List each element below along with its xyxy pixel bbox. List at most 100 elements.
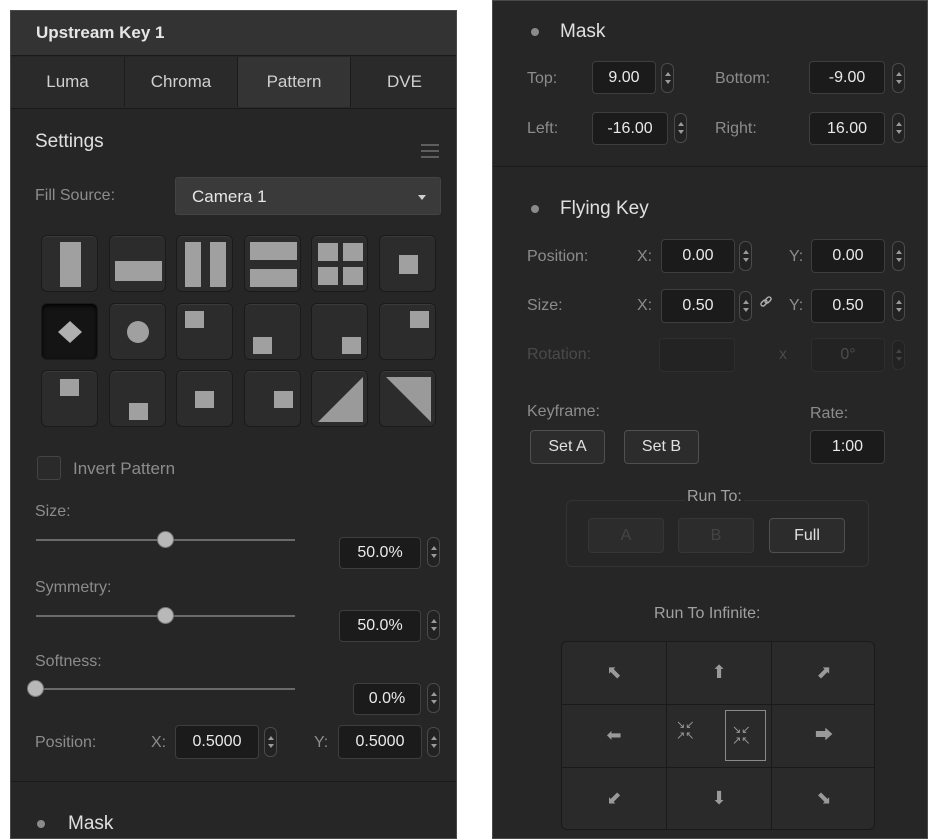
fk-size-x-field[interactable]: 0.50 xyxy=(661,289,735,323)
pattern-shape xyxy=(58,320,82,343)
mask-heading[interactable]: Mask xyxy=(68,813,113,835)
mask-right-field[interactable]: 16.00 xyxy=(809,112,885,145)
mask-right-stepper[interactable] xyxy=(892,113,905,143)
set-a-button[interactable]: Set A xyxy=(530,430,605,464)
link-icon[interactable] xyxy=(759,295,773,309)
run-to-full-button[interactable]: Full xyxy=(769,518,845,553)
fk-rotation-degrees-field: 0° xyxy=(811,338,885,372)
pattern-center-box-left-button[interactable] xyxy=(176,370,233,427)
fk-size-y-stepper[interactable] xyxy=(892,291,905,321)
symmetry-slider-knob[interactable] xyxy=(156,607,174,624)
mask-bottom-label: Bottom: xyxy=(715,70,771,87)
position-x-field[interactable]: 0.5000 xyxy=(175,725,259,759)
size-stepper[interactable] xyxy=(427,537,440,567)
size-value-field[interactable]: 50.0% xyxy=(339,537,421,569)
run-to-a-button[interactable]: A xyxy=(588,518,664,553)
symmetry-value-field[interactable]: 50.0% xyxy=(339,610,421,642)
pattern-vertical-barn-door-button[interactable] xyxy=(176,235,233,292)
pattern-top-right-box-button[interactable] xyxy=(378,302,436,360)
run-zoom-button[interactable]: ↘↙ ↗↖ ↘↙ ↗↖ xyxy=(667,705,771,767)
pattern-center-box-button[interactable] xyxy=(378,235,436,292)
pattern-shape xyxy=(60,379,79,396)
size-slider-knob[interactable] xyxy=(156,531,174,548)
softness-stepper[interactable] xyxy=(427,683,440,713)
tab-luma[interactable]: Luma xyxy=(11,57,124,107)
pattern-top-left-box-button[interactable] xyxy=(176,302,233,360)
pattern-shape xyxy=(385,377,431,422)
pattern-four-box-button[interactable] xyxy=(311,235,368,292)
zoom-out-selected-frame: ↘↙ ↗↖ xyxy=(725,710,766,761)
arrow-down-icon: ⬇ xyxy=(711,788,727,809)
fk-size-y-field[interactable]: 0.50 xyxy=(811,289,885,323)
section-divider xyxy=(493,166,927,167)
settings-menu-icon[interactable] xyxy=(421,144,439,162)
run-up-right-button[interactable]: ⬈ xyxy=(772,642,876,704)
pattern-bottom-right-box-button[interactable] xyxy=(311,302,368,360)
position-y-stepper[interactable] xyxy=(427,727,440,757)
mask-bottom-field[interactable]: -9.00 xyxy=(809,61,885,94)
softness-slider-knob[interactable] xyxy=(27,680,44,697)
tab-dve[interactable]: DVE xyxy=(351,57,456,107)
pattern-diagonal-top-right-button[interactable] xyxy=(311,370,368,427)
run-down-left-button[interactable]: ⬋ xyxy=(562,768,666,830)
rate-field[interactable]: 1:00 xyxy=(810,430,885,464)
symmetry-stepper[interactable] xyxy=(427,610,440,640)
fk-size-x-stepper[interactable] xyxy=(739,291,752,321)
softness-label: Softness: xyxy=(35,653,102,670)
pattern-shape xyxy=(128,403,148,420)
mask-enable-indicator[interactable] xyxy=(37,820,45,828)
pattern-vertical-bar-button[interactable] xyxy=(41,235,98,292)
mask-enable-indicator[interactable] xyxy=(531,28,539,36)
pattern-shape xyxy=(252,336,272,354)
pattern-top-left-inner-box-button[interactable] xyxy=(41,370,98,427)
fk-rotation-x-label: x xyxy=(779,346,787,363)
pattern-diagonal-top-left-button[interactable] xyxy=(378,370,436,427)
symmetry-label: Symmetry: xyxy=(35,579,112,596)
fk-position-x-stepper[interactable] xyxy=(739,241,752,271)
pattern-horizontal-barn-door-button[interactable] xyxy=(243,235,301,292)
pattern-bottom-center-box-button[interactable] xyxy=(108,370,166,427)
rate-label: Rate: xyxy=(810,405,849,422)
flying-key-enable-indicator[interactable] xyxy=(531,205,539,213)
invert-pattern-checkbox[interactable] xyxy=(37,456,61,480)
run-down-right-button[interactable]: ⬊ xyxy=(772,768,876,830)
tab-pattern[interactable]: Pattern xyxy=(238,57,350,107)
run-up-left-button[interactable]: ⬉ xyxy=(562,642,666,704)
mask-right-label: Right: xyxy=(715,120,757,137)
position-x-stepper[interactable] xyxy=(264,727,277,757)
mask-left-label: Left: xyxy=(527,120,559,137)
pattern-horizontal-bar-button[interactable] xyxy=(108,235,166,292)
softness-slider-track[interactable] xyxy=(36,688,295,690)
fk-rotation-label: Rotation: xyxy=(527,346,592,363)
fk-position-y-stepper[interactable] xyxy=(892,241,905,271)
mask-heading[interactable]: Mask xyxy=(560,21,605,43)
mask-top-label: Top: xyxy=(527,70,558,87)
pattern-bottom-left-box-button[interactable] xyxy=(243,302,301,360)
flying-key-heading[interactable]: Flying Key xyxy=(560,198,649,220)
fill-source-dropdown[interactable]: Camera 1 xyxy=(175,177,441,215)
tab-chroma[interactable]: Chroma xyxy=(125,57,237,107)
invert-pattern-label: Invert Pattern xyxy=(73,459,176,478)
mask-left-stepper[interactable] xyxy=(674,113,687,143)
mask-top-stepper[interactable] xyxy=(661,63,674,93)
fk-position-x-field[interactable]: 0.00 xyxy=(661,239,735,273)
mask-top-field[interactable]: 9.00 xyxy=(592,61,656,94)
softness-value-field[interactable]: 0.0% xyxy=(353,683,421,715)
run-down-button[interactable]: ⬇ xyxy=(667,768,771,830)
keyframe-label: Keyframe: xyxy=(527,403,600,420)
run-up-button[interactable]: ⬆ xyxy=(667,642,771,704)
fk-size-y-label: Y: xyxy=(789,297,804,314)
set-b-button[interactable]: Set B xyxy=(624,430,699,464)
position-y-field[interactable]: 0.5000 xyxy=(338,725,422,759)
size-label: Size: xyxy=(35,503,71,520)
fk-position-y-field[interactable]: 0.00 xyxy=(811,239,885,273)
pattern-center-box-right-button[interactable] xyxy=(243,370,301,427)
run-to-b-button[interactable]: B xyxy=(678,518,754,553)
run-right-button[interactable]: ⮕ xyxy=(772,705,876,767)
mask-left-field[interactable]: -16.00 xyxy=(592,112,668,145)
pattern-circle-button[interactable] xyxy=(108,302,166,360)
mask-bottom-stepper[interactable] xyxy=(892,63,905,93)
run-left-button[interactable]: ⬅ xyxy=(562,705,666,767)
fk-size-x-label: X: xyxy=(637,297,653,314)
pattern-diamond-button[interactable] xyxy=(41,302,98,360)
